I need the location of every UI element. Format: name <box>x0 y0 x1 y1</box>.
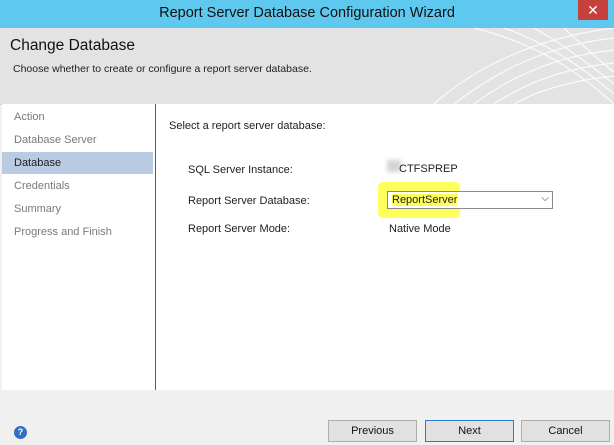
title-bar: Report Server Database Configuration Wiz… <box>0 0 614 28</box>
nav-item-credentials[interactable]: Credentials <box>2 175 153 197</box>
window-title: Report Server Database Configuration Wiz… <box>159 5 455 21</box>
nav-item-database-server[interactable]: Database Server <box>2 129 153 151</box>
page-subtitle: Choose whether to create or configure a … <box>13 63 312 75</box>
cancel-button[interactable]: Cancel <box>521 420 610 442</box>
sql-instance-label: SQL Server Instance: <box>188 164 293 176</box>
report-server-database-label: Report Server Database: <box>188 195 310 207</box>
report-server-database-select[interactable]: ReportServer ⌵ <box>387 191 553 209</box>
header-decoration <box>433 28 614 104</box>
wizard-footer: ? Previous Next Cancel <box>0 390 614 445</box>
nav-item-action[interactable]: Action <box>2 106 153 128</box>
select-database-prompt: Select a report server database: <box>169 120 326 132</box>
chevron-down-icon[interactable]: ⌵ <box>541 193 549 204</box>
nav-item-summary[interactable]: Summary <box>2 198 153 220</box>
sql-instance-value: CTFSPREP <box>399 163 458 175</box>
report-server-mode-label: Report Server Mode: <box>188 223 291 235</box>
main-panel: Select a report server database: SQL Ser… <box>156 104 614 390</box>
selected-database: ReportServer <box>392 194 458 206</box>
page-title: Change Database <box>10 37 135 54</box>
wizard-steps-nav: Action Database Server Database Credenti… <box>2 104 156 390</box>
close-button[interactable]: ✕ <box>578 0 608 20</box>
nav-item-database[interactable]: Database <box>2 152 153 174</box>
nav-item-progress-and-finish[interactable]: Progress and Finish <box>2 221 153 243</box>
wizard-header: Change Database Choose whether to create… <box>0 28 614 105</box>
report-server-mode-value: Native Mode <box>389 223 451 235</box>
previous-button[interactable]: Previous <box>328 420 417 442</box>
help-icon[interactable]: ? <box>14 426 27 439</box>
next-button[interactable]: Next <box>425 420 514 442</box>
